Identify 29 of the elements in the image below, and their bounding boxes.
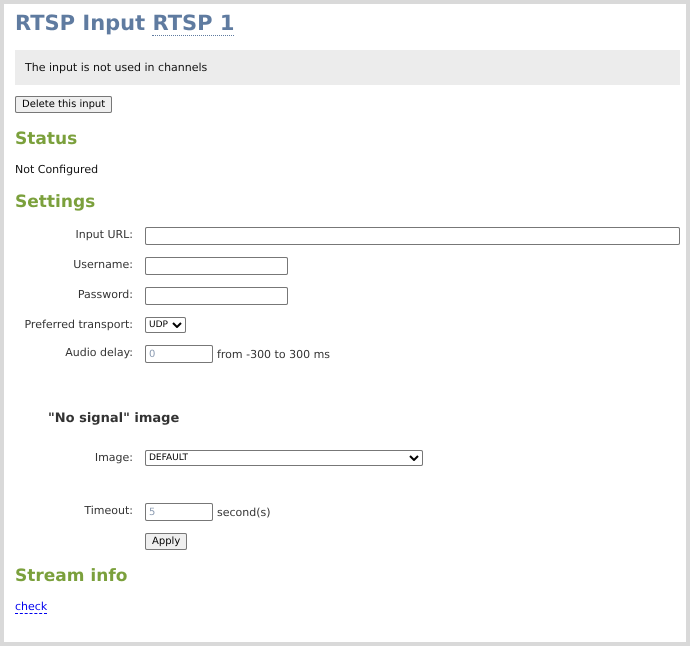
chevron-down-icon <box>172 322 182 328</box>
section-heading: Stream info <box>15 565 128 588</box>
check-link[interactable]: check <box>15 600 48 614</box>
field-label: Preferred transport: <box>23 317 133 331</box>
page-title: RTSP Input <box>15 11 146 35</box>
dropdown[interactable]: DEFAULT <box>145 450 423 466</box>
field-hint: second(s) <box>217 506 271 518</box>
field-label: Timeout: <box>83 503 133 517</box>
apply-button[interactable]: Apply <box>145 533 188 550</box>
chevron-down-icon <box>409 455 419 461</box>
input-field[interactable] <box>145 257 288 275</box>
field-hint: from -300 to 300 ms <box>217 348 330 360</box>
input-field[interactable]: 5 <box>145 503 213 521</box>
section-heading: Status <box>15 128 78 151</box>
notice-banner: The input is not used in channels <box>15 50 680 85</box>
field-label: Username: <box>72 257 133 271</box>
subsection-heading: "No signal" image <box>48 411 180 426</box>
field-label: Password: <box>76 287 133 301</box>
status-text: Not Configured <box>15 163 100 176</box>
field-label: Input URL: <box>74 227 133 241</box>
input-field[interactable] <box>145 227 680 245</box>
dropdown[interactable]: UDP <box>145 317 186 333</box>
field-label: Audio delay: <box>64 345 133 359</box>
input-field[interactable] <box>145 287 288 305</box>
field-label: Image: <box>94 450 133 464</box>
section-heading: Settings <box>15 191 96 214</box>
delete-button[interactable]: Delete this input <box>15 96 112 113</box>
input-field[interactable]: 0 <box>145 345 213 363</box>
input-name: RTSP 1 <box>152 11 234 36</box>
